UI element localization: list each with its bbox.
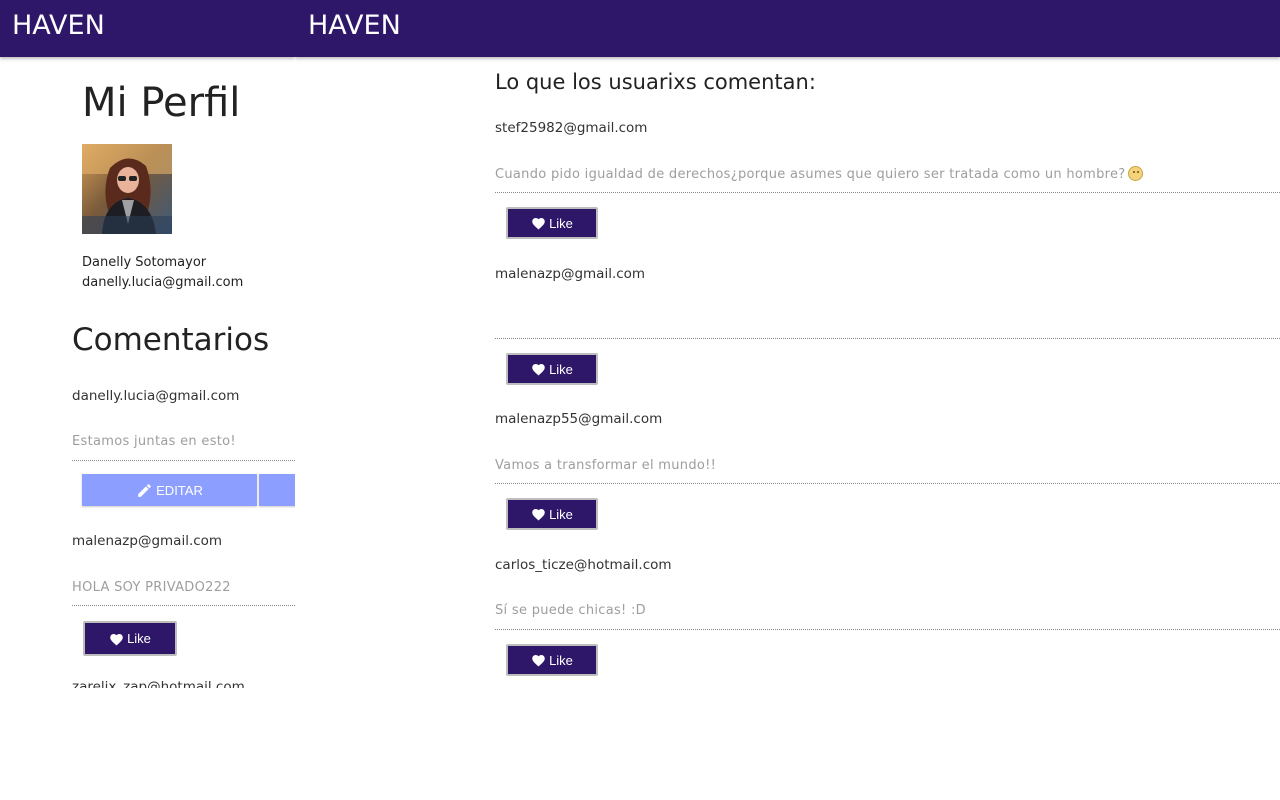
like-button-label: Like xyxy=(549,361,573,377)
brand-logo[interactable]: HAVEN xyxy=(12,10,105,41)
comment-text: Estamos juntas en esto! xyxy=(72,434,236,449)
heart-icon xyxy=(110,633,123,645)
comments-heading: Comentarios xyxy=(72,322,270,358)
feed-pane: HAVEN Lo que los usuarixs comentan: stef… xyxy=(295,0,1280,800)
post-author: carlos_ticze@hotmail.com xyxy=(495,557,672,573)
page-title: Mi Perfil xyxy=(82,80,241,126)
delete-button[interactable] xyxy=(259,474,295,506)
heart-icon xyxy=(532,364,545,376)
like-button[interactable]: Like xyxy=(506,353,598,385)
like-button[interactable]: Like xyxy=(83,621,177,656)
brand-logo[interactable]: HAVEN xyxy=(308,10,401,41)
heart-icon xyxy=(532,655,545,667)
feed-heading: Lo que los usuarixs comentan: xyxy=(495,70,816,94)
post-text: Cuando pido igualdad de derechos¿porque … xyxy=(495,166,1143,182)
comment-divider xyxy=(72,460,295,461)
like-button-label: Like xyxy=(549,215,573,231)
post-author: malenazp55@gmail.com xyxy=(495,411,663,427)
post-divider xyxy=(495,629,1280,630)
right-navbar: HAVEN xyxy=(295,0,1280,57)
profile-email: danelly.lucia@gmail.com xyxy=(82,275,244,290)
avatar xyxy=(82,144,172,234)
left-navbar: HAVEN xyxy=(0,0,295,57)
post-text: Sí se puede chicas! :D xyxy=(495,603,646,618)
heart-icon xyxy=(532,509,545,521)
comment-author: danelly.lucia@gmail.com xyxy=(72,388,240,404)
profile-pane: HAVEN Mi Perfil Danelly Sotomayor danell… xyxy=(0,0,295,688)
profile-name: Danelly Sotomayor xyxy=(82,255,207,270)
like-button-label: Like xyxy=(127,631,151,646)
like-button[interactable]: Like xyxy=(506,644,598,676)
like-button-label: Like xyxy=(549,506,573,522)
comment-text: HOLA SOY PRIVADO222 xyxy=(72,580,231,595)
like-button[interactable]: Like xyxy=(506,207,598,239)
post-author: malenazp@gmail.com xyxy=(495,266,646,282)
pencil-icon xyxy=(138,483,152,497)
neutral-face-emoji-icon xyxy=(1127,166,1143,181)
post-author: stef25982@gmail.com xyxy=(495,120,648,136)
heart-icon xyxy=(532,218,545,230)
comment-author: malenazp@gmail.com xyxy=(72,533,223,549)
comment-divider xyxy=(72,605,295,606)
post-text: Vamos a transformar el mundo!! xyxy=(495,458,717,473)
like-button-label: Like xyxy=(549,652,573,668)
comment-author: zarelix_zap@hotmail.com xyxy=(72,679,245,688)
edit-button-label: EDITAR xyxy=(156,482,203,498)
like-button[interactable]: Like xyxy=(506,498,598,530)
edit-button[interactable]: EDITAR xyxy=(82,474,257,506)
post-text-content: Cuando pido igualdad de derechos¿porque … xyxy=(495,167,1126,182)
post-divider xyxy=(495,483,1280,484)
post-divider xyxy=(495,338,1280,339)
post-divider xyxy=(495,192,1280,193)
